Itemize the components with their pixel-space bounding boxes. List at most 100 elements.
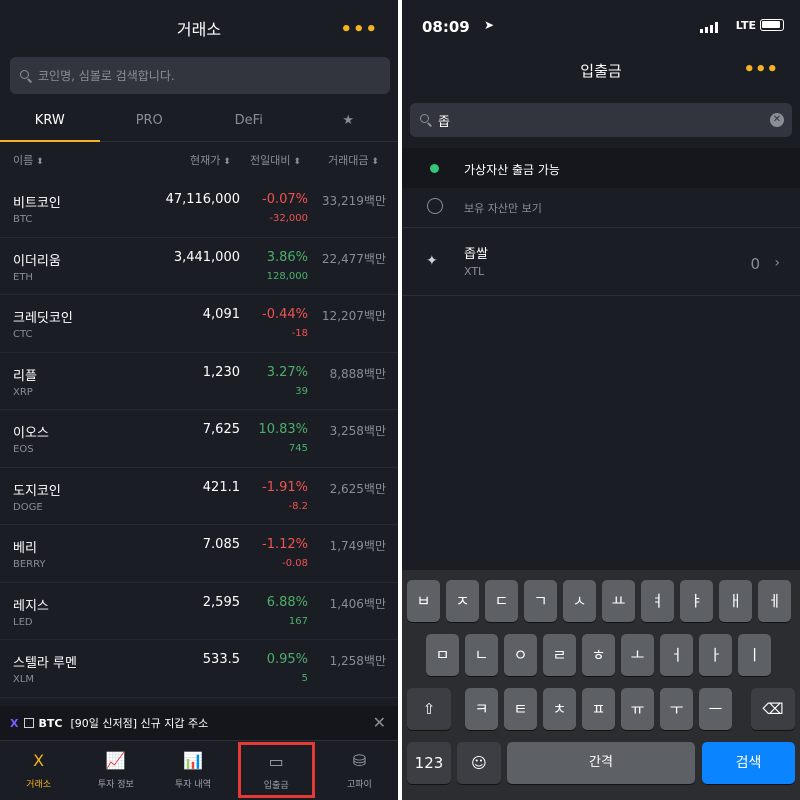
filter-withdrawable[interactable]: 가상자산 출금 가능 [402,148,800,188]
key[interactable]: ㅔ [758,580,791,622]
col-name[interactable]: 이름 [13,152,44,168]
table-row[interactable]: 도지코인 DOGE 421.1 -1.91% -8.2 2,625백만 [0,468,398,525]
key[interactable]: ㅗ [621,634,654,676]
key[interactable]: ㅜ [660,688,693,730]
key[interactable]: ㅡ [699,688,732,730]
coin-name: 스텔라 루멘 [13,656,77,671]
space-key[interactable]: 간격 [507,742,695,784]
table-row[interactable]: 리플 XRP 1,230 3.27% 39 8,888백만 [0,353,398,410]
backspace-key[interactable]: ⌫ [751,688,795,730]
key[interactable]: ㅋ [465,688,498,730]
table-row[interactable]: 비트코인 BTC 47,116,000 -0.07% -32,000 33,219백만 [0,180,398,238]
coin-symbol: BTC [13,214,33,225]
signal-icon [700,22,718,33]
nav-item-0[interactable]: X 거래소 [0,741,77,800]
key[interactable]: ㅑ [680,580,713,622]
radio-on-icon [430,164,439,173]
nav-label: 투자 정보 [97,780,134,790]
nav-item-1[interactable]: 📈 투자 정보 [77,741,154,800]
coin-name: 이더리움 [13,253,61,269]
more-menu-icon[interactable]: ••• [743,59,778,80]
table-row[interactable]: 레지스 LED 2,595 6.88% 167 1,406백만 [0,583,398,640]
radio-off-icon [427,198,443,214]
key[interactable]: ㅁ [426,634,459,676]
nav-item-2[interactable]: 📊 투자 내역 [154,741,231,800]
key[interactable]: ㄱ [524,580,557,622]
coin-change-pct: 0.95% [266,652,308,667]
coin-volume: 2,625백만 [329,481,386,496]
list-item[interactable]: ✦ 좁쌀 XTL 0 › [402,229,800,296]
key[interactable]: ㅕ [641,580,674,622]
search-input[interactable]: 코인명, 심볼로 검색합니다. [10,57,390,94]
shift-key[interactable]: ⇧ [407,688,451,730]
col-volume[interactable]: 거래대금 [328,152,379,168]
tab-pro[interactable]: PRO [100,104,200,141]
key[interactable]: ㅠ [621,688,654,730]
coin-volume: 1,406백만 [329,596,386,611]
coin-change-amount: 167 [288,615,308,627]
coin-price: 7.085 [202,537,240,552]
search-key[interactable]: 검색 [702,742,795,784]
tab-defi[interactable]: DeFi [199,104,299,141]
key[interactable]: ㄷ [485,580,518,622]
key[interactable]: ㅈ [446,580,479,622]
col-change[interactable]: 전일대비 [250,152,301,168]
coin-price: 421.1 [202,479,240,495]
coin-change-amount: 39 [295,385,308,397]
chart-icon: 📈 [105,751,126,770]
tab-krw[interactable]: KRW [0,104,100,142]
numbers-key[interactable]: 123 [407,742,451,784]
table-row[interactable]: 스텔라 루멘 XLM 533.5 0.95% 5 1,258백만 [0,640,398,698]
key[interactable]: ㅊ [543,688,576,730]
history-icon: 📊 [183,751,203,770]
filter-holdings-only[interactable]: 보유 자산만 보기 [402,188,800,228]
key[interactable]: ㄴ [465,634,498,676]
battery-icon [760,19,784,31]
more-menu-icon[interactable]: ••• [340,19,378,40]
key[interactable]: ㄹ [543,634,576,676]
filter-label: 보유 자산만 보기 [464,202,542,215]
checkbox-icon [24,718,35,728]
table-row[interactable]: 크레딧코인 CTC 4,091 -0.44% -18 12,207백만 [0,295,398,353]
wallet-icon: ▭ [268,752,284,771]
nav-item-4[interactable]: ⛁ 고파이 [321,741,398,800]
coin-price: 1,230 [202,364,240,380]
keyboard: ㅂㅈㄷㄱㅅㅛㅕㅑㅐㅔㅁㄴㅇㄹㅎㅗㅓㅏㅣ ⇧ ㅋㅌㅊㅍㅠㅜㅡ ⌫ 123 ☺ 간격 검색 [402,570,800,800]
notice-banner[interactable]: X BTC [90일 신저점] 신규 지갑 주소 ✕ [0,706,398,740]
tab-favorites-star-icon[interactable]: ★ [299,104,399,141]
key[interactable]: ㅍ [582,688,615,730]
nav-label: 입출금 [263,781,289,791]
page-title: 거래소 [176,20,222,39]
nav-item-3[interactable]: ▭ 입출금 [237,742,315,798]
search-input[interactable]: 좁 ✕ [410,103,792,137]
table-row[interactable]: 이더리움 ETH 3,441,000 3.86% 128,000 22,477백만 [0,238,398,295]
coin-change-pct: -1.12% [262,537,308,552]
network-label: LTE [735,19,756,32]
col-price[interactable]: 현재가 [190,152,231,168]
key[interactable]: ㅌ [504,688,537,730]
coin-name: 베리 [13,541,37,556]
coin-change-pct: -0.44% [262,307,308,322]
emoji-key[interactable]: ☺ [457,742,501,784]
key[interactable]: ㅂ [407,580,440,622]
key[interactable]: ㅎ [582,634,615,676]
coin-price: 533.5 [202,652,240,667]
market-tabs: KRW PRO DeFi ★ [0,104,398,142]
coin-change-amount: 5 [301,673,308,684]
key[interactable]: ㅓ [660,634,693,676]
close-icon[interactable]: ✕ [373,713,386,732]
nav-label: 고파이 [346,780,372,790]
key[interactable]: ㅐ [719,580,752,622]
key[interactable]: ㅅ [563,580,596,622]
key[interactable]: ㅏ [699,634,732,676]
screenshot-root: 거래소 ••• 코인명, 심볼로 검색합니다. KRW PRO DeFi ★ 이… [0,0,800,800]
exchange-header: 거래소 ••• [0,0,398,56]
coin-symbol: XRP [13,386,33,398]
table-row[interactable]: 베리 BERRY 7.085 -1.12% -0.08 1,749백만 [0,525,398,583]
key[interactable]: ㅛ [602,580,635,622]
table-row[interactable]: 이오스 EOS 7,625 10.83% 745 3,258백만 [0,410,398,468]
clear-icon[interactable]: ✕ [770,113,784,127]
coin-name: 크레딧코인 [13,311,73,326]
key[interactable]: ㅣ [738,634,771,676]
key[interactable]: ㅇ [504,634,537,676]
